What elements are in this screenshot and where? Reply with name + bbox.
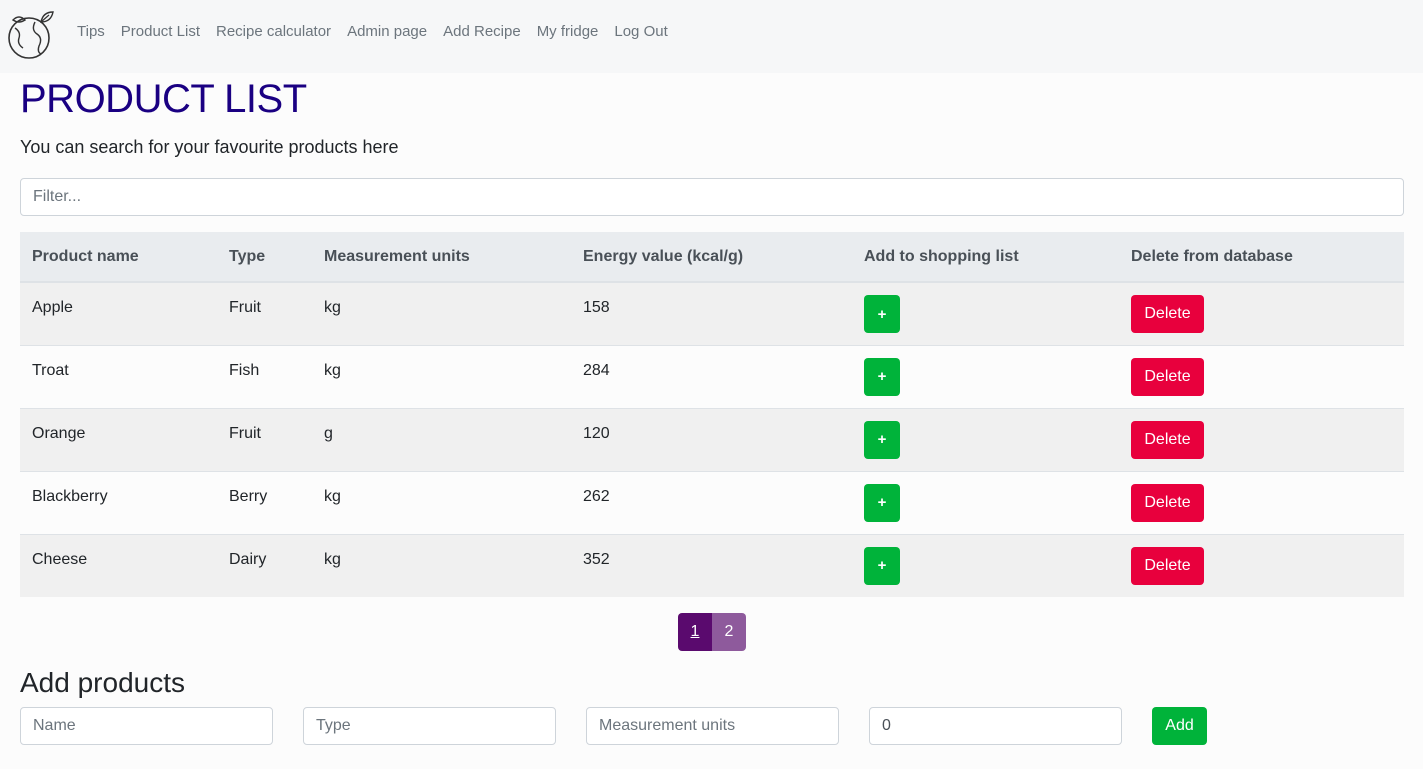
header-energy-value: Energy value (kcal/g) (571, 232, 852, 283)
header-add-to-shopping-list: Add to shopping list (852, 232, 1119, 283)
cell-type: Fruit (217, 407, 312, 471)
add-product-button[interactable]: Add (1152, 707, 1207, 745)
add-to-list-button[interactable]: + (864, 295, 900, 333)
nav-recipe-calculator[interactable]: Recipe calculator (216, 23, 331, 40)
product-table: Product name Type Measurement units Ener… (20, 232, 1404, 597)
header-delete-from-database: Delete from database (1119, 232, 1404, 283)
add-to-list-button[interactable]: + (864, 420, 900, 459)
globe-leaf-icon[interactable] (5, 8, 57, 60)
cell-units: kg (312, 344, 571, 408)
add-to-list-button[interactable]: + (864, 546, 900, 585)
table-row: Apple Fruit kg 158 + Delete (20, 281, 1404, 345)
page-title: PRODUCT LIST (20, 77, 307, 121)
nav-admin-page[interactable]: Admin page (347, 23, 427, 40)
delete-button[interactable]: Delete (1131, 483, 1204, 522)
page-1-button[interactable]: 1 (678, 613, 712, 651)
nav-tips[interactable]: Tips (77, 23, 105, 40)
name-input[interactable] (20, 707, 273, 745)
header-type: Type (217, 232, 312, 283)
cell-type: Dairy (217, 533, 312, 597)
nav-add-recipe[interactable]: Add Recipe (443, 23, 521, 40)
nav-my-fridge[interactable]: My fridge (537, 23, 599, 40)
cell-type: Berry (217, 470, 312, 534)
delete-button[interactable]: Delete (1131, 357, 1204, 396)
cell-units: kg (312, 533, 571, 597)
page-subtitle: You can search for your favourite produc… (20, 137, 399, 157)
cell-type: Fish (217, 344, 312, 408)
cell-energy: 158 (571, 281, 852, 345)
delete-button[interactable]: Delete (1131, 420, 1204, 459)
nav-product-list[interactable]: Product List (121, 23, 200, 40)
cell-energy: 120 (571, 407, 852, 471)
filter-input[interactable] (20, 178, 1404, 216)
add-products-title: Add products (20, 667, 185, 698)
pagination: 1 2 (20, 613, 1404, 651)
header-measurement-units: Measurement units (312, 232, 571, 283)
cell-type: Fruit (217, 281, 312, 345)
table-row: Troat Fish kg 284 + Delete (20, 344, 1404, 408)
main-content: PRODUCT LIST You can search for your fav… (0, 77, 1423, 745)
header-product-name: Product name (20, 232, 217, 283)
cell-energy: 262 (571, 470, 852, 534)
cell-energy: 284 (571, 344, 852, 408)
table-row: Blackberry Berry kg 262 + Delete (20, 470, 1404, 534)
measurement-units-input[interactable] (586, 707, 839, 745)
cell-units: g (312, 407, 571, 471)
add-to-list-button[interactable]: + (864, 483, 900, 522)
cell-energy: 352 (571, 533, 852, 597)
navbar: Tips Product List Recipe calculator Admi… (0, 0, 1423, 73)
delete-button[interactable]: Delete (1131, 295, 1204, 333)
cell-units: kg (312, 470, 571, 534)
energy-value-input[interactable] (869, 707, 1122, 745)
table-row: Orange Fruit g 120 + Delete (20, 407, 1404, 471)
table-header-row: Product name Type Measurement units Ener… (20, 232, 1404, 283)
type-input[interactable] (303, 707, 556, 745)
nav-log-out[interactable]: Log Out (614, 23, 667, 40)
cell-product-name: Orange (20, 407, 217, 471)
delete-button[interactable]: Delete (1131, 546, 1204, 585)
cell-product-name: Blackberry (20, 470, 217, 534)
cell-product-name: Troat (20, 344, 217, 408)
cell-units: kg (312, 281, 571, 345)
add-products-form: Add (20, 707, 1404, 745)
page-2-button[interactable]: 2 (712, 613, 746, 651)
table-row: Cheese Dairy kg 352 + Delete (20, 533, 1404, 597)
add-to-list-button[interactable]: + (864, 357, 900, 396)
cell-product-name: Cheese (20, 533, 217, 597)
cell-product-name: Apple (20, 281, 217, 345)
